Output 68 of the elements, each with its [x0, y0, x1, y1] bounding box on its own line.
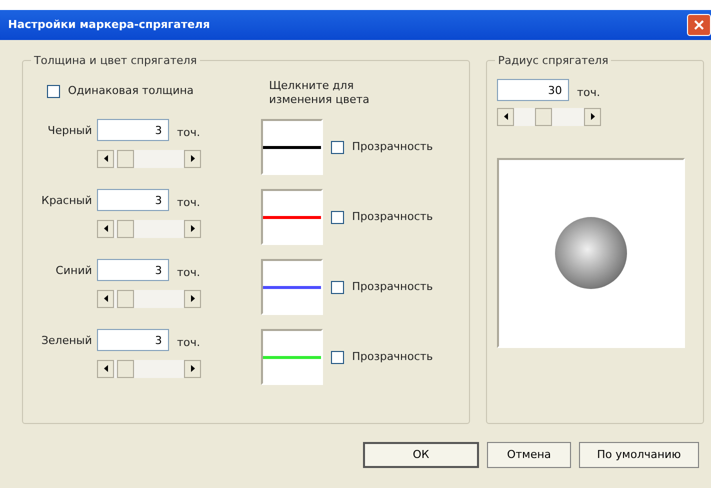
- checkbox-label: Одинаковая толщина: [68, 83, 194, 99]
- unit-label: точ.: [177, 125, 200, 141]
- checkbox-label: Прозрачность: [352, 348, 433, 365]
- right-arrow-icon: [190, 225, 194, 232]
- color-label: Синий: [54, 263, 93, 279]
- color-label: Черный: [46, 123, 93, 139]
- slider-thumb[interactable]: [535, 108, 552, 126]
- slider-thumb[interactable]: [116, 220, 134, 238]
- right-arrow-icon: [190, 365, 194, 372]
- slider[interactable]: [497, 108, 601, 126]
- thickness-field[interactable]: 3: [97, 259, 169, 281]
- right-arrow-icon: [190, 155, 194, 162]
- scroll-left-button[interactable]: [497, 108, 514, 126]
- window-title: Настройки маркера-спрягателя: [8, 16, 210, 33]
- left-arrow-icon: [104, 365, 108, 372]
- checkbox-label: Прозрачность: [352, 278, 433, 295]
- slider-thumb[interactable]: [116, 290, 134, 308]
- slider[interactable]: [97, 360, 201, 378]
- unit-label: точ.: [177, 335, 200, 351]
- scroll-right-button[interactable]: [184, 220, 201, 238]
- scroll-left-button[interactable]: [97, 150, 114, 168]
- color-swatch[interactable]: [261, 329, 323, 385]
- color-swatch[interactable]: [261, 259, 323, 315]
- thickness-field[interactable]: 3: [97, 189, 169, 211]
- scroll-right-button[interactable]: [184, 150, 201, 168]
- checkbox[interactable]: [331, 280, 344, 294]
- unit-label: точ.: [177, 265, 200, 281]
- dialog-button[interactable]: По умолчанию: [579, 442, 699, 468]
- checkbox-label: Прозрачность: [352, 208, 433, 225]
- color-label: Зеленый: [40, 333, 93, 349]
- checkbox[interactable]: [331, 140, 344, 154]
- radius-field[interactable]: 30: [497, 79, 569, 101]
- unit-label: точ.: [577, 85, 600, 101]
- thickness-field[interactable]: 3: [97, 329, 169, 351]
- sphere-drawing: [555, 216, 627, 288]
- left-arrow-icon: [504, 113, 508, 120]
- scroll-left-button[interactable]: [97, 290, 114, 308]
- scroll-left-button[interactable]: [97, 220, 114, 238]
- group-title: Толщина и цвет спрягателя: [31, 53, 200, 70]
- checkbox[interactable]: [331, 210, 344, 224]
- thickness-field[interactable]: 3: [97, 119, 169, 141]
- right-arrow-icon: [590, 113, 594, 120]
- checkbox[interactable]: [47, 84, 60, 98]
- checkbox[interactable]: [331, 350, 344, 364]
- slider[interactable]: [97, 220, 201, 238]
- slider-thumb[interactable]: [116, 360, 134, 378]
- color-label: Красный: [40, 193, 93, 209]
- checkbox-label: Прозрачность: [352, 138, 433, 155]
- group-title: Радиус спрягателя: [495, 53, 612, 70]
- left-arrow-icon: [104, 155, 108, 162]
- color-swatch[interactable]: [261, 189, 323, 245]
- left-arrow-icon: [104, 295, 108, 302]
- unit-label: точ.: [177, 195, 200, 211]
- hint-text: Щелкните для изменения цвета: [268, 79, 370, 107]
- scroll-left-button[interactable]: [97, 360, 114, 378]
- scroll-right-button[interactable]: [184, 290, 201, 308]
- dialog-button[interactable]: ОК: [363, 442, 479, 468]
- slider[interactable]: [97, 290, 201, 308]
- scroll-right-button[interactable]: [184, 360, 201, 378]
- close-icon: [694, 20, 704, 30]
- scroll-right-button[interactable]: [584, 108, 601, 126]
- left-arrow-icon: [104, 225, 108, 232]
- color-swatch[interactable]: [261, 119, 323, 175]
- slider-thumb[interactable]: [116, 150, 134, 168]
- right-arrow-icon: [190, 295, 194, 302]
- close-button[interactable]: [687, 14, 711, 36]
- dialog-button[interactable]: Отмена: [487, 442, 571, 468]
- slider[interactable]: [97, 150, 201, 168]
